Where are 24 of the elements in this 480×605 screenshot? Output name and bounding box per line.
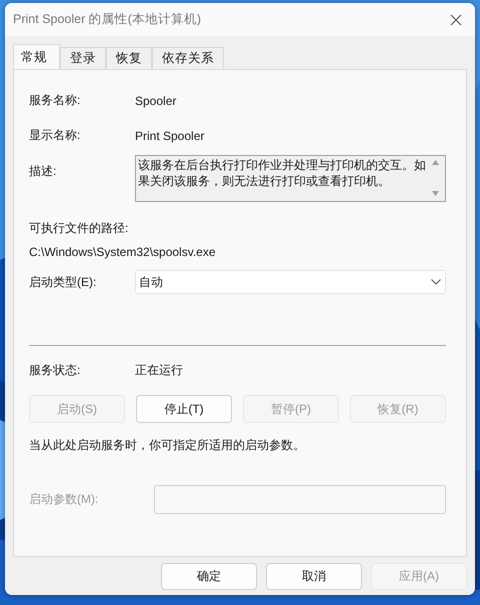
tab[interactable]: 依存关系 <box>152 47 224 69</box>
field-label: 服务名称: <box>29 92 82 109</box>
service-button[interactable]: 停止(T) <box>136 395 232 423</box>
field-label: 服务状态: <box>29 362 82 379</box>
tab[interactable]: 常规 <box>13 44 60 69</box>
field-label: 可执行文件的路径: <box>29 220 130 237</box>
hint-text: 当从此处启动服务时，你可指定所适用的启动参数。 <box>29 437 306 454</box>
chevron-down-icon <box>431 279 441 285</box>
tab[interactable]: 登录 <box>60 47 106 69</box>
status-value: 正在运行 <box>135 362 183 379</box>
window-title: Print Spooler 的属性(本地计算机) <box>13 11 202 28</box>
field-label: 启动类型(E): <box>29 274 98 290</box>
field-label: 启动参数(M): <box>29 491 100 508</box>
path-text: C:\Windows\System32\spoolsv.exe <box>29 245 217 259</box>
description-text: 该服务在后台执行打印作业并处理与打印机的交互。如果关闭该服务，则无法进行打印或查看打印机。 <box>137 157 427 190</box>
field-value: Print Spooler <box>135 128 204 142</box>
dialog-button[interactable]: 取消 <box>266 563 362 590</box>
tab[interactable]: 恢复 <box>106 47 152 69</box>
startup-type-dropdown[interactable]: 自动 <box>135 270 446 294</box>
dialog-button[interactable]: 确定 <box>161 563 257 590</box>
field-label: 描述: <box>29 163 58 180</box>
field-value: Spooler <box>135 94 176 108</box>
field-label: 显示名称: <box>29 127 82 144</box>
close-icon[interactable] <box>450 14 462 26</box>
